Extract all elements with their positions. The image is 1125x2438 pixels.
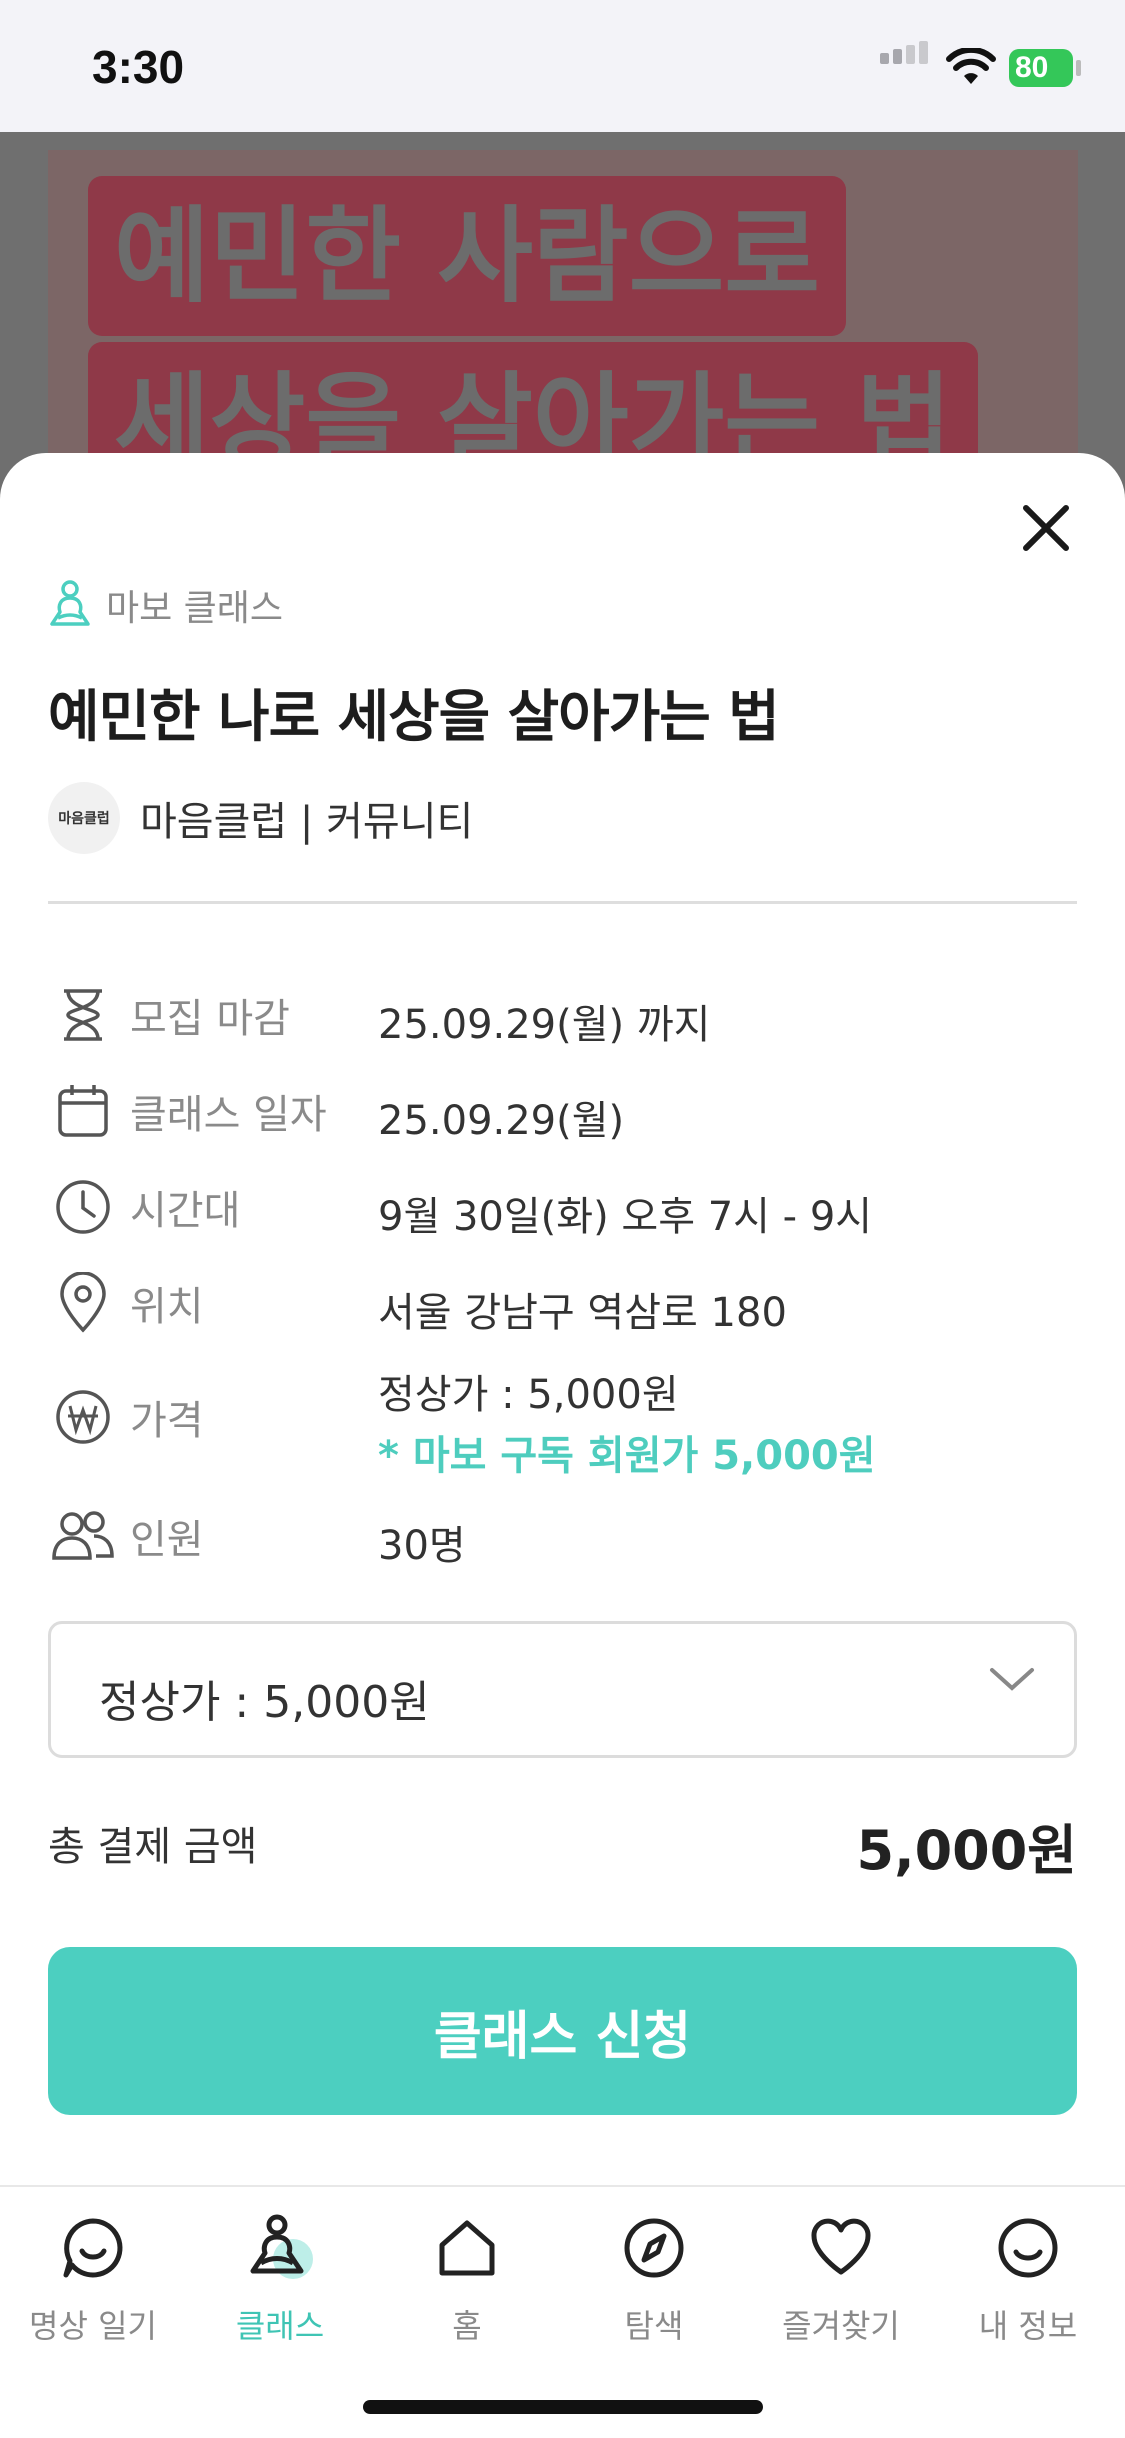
battery-cap	[1076, 60, 1081, 76]
divider	[48, 901, 1077, 904]
info-row-people: 인원 30명	[48, 1501, 466, 1571]
meditation-person-icon	[50, 580, 90, 626]
tab-explore[interactable]: 탐색	[561, 2205, 747, 2355]
class-date-label: 클래스 일자	[130, 1092, 327, 1138]
info-row-time: 시간대 9월 30일(화) 오후 7시 - 9시	[48, 1172, 872, 1242]
info-row-location: 위치 서울 강남구 역삼로 180	[48, 1268, 787, 1338]
calendar-icon	[48, 1076, 118, 1146]
home-indicator	[363, 2400, 763, 2414]
total-amount: 5,000원	[856, 1819, 1078, 1882]
info-row-class-date: 클래스 일자 25.09.29(월)	[48, 1076, 624, 1146]
people-label: 인원	[130, 1517, 204, 1563]
smile-profile-icon	[935, 2205, 1121, 2291]
people-icon	[48, 1501, 118, 1571]
chevron-down-icon	[990, 1668, 1034, 1691]
price-option-selected: 정상가 : 5,000원	[99, 1677, 430, 1728]
tab-class[interactable]: 클래스	[187, 2205, 373, 2355]
host-row[interactable]: 마음클럽 마음클럽 | 커뮤니티	[48, 782, 473, 854]
tab-home[interactable]: 홈	[374, 2205, 560, 2355]
info-row-price: 가격	[48, 1382, 370, 1452]
total-label: 총 결제 금액	[48, 1824, 258, 1870]
time-value: 9월 30일(화) 오후 7시 - 9시	[378, 1194, 873, 1240]
compass-icon	[561, 2205, 747, 2291]
won-icon	[48, 1382, 118, 1452]
clock-icon	[48, 1172, 118, 1242]
deadline-label: 모집 마감	[130, 996, 290, 1042]
category-label: 마보 클래스	[106, 588, 284, 629]
wifi-icon	[946, 48, 996, 84]
price-regular-value: 정상가 : 5,000원	[378, 1372, 679, 1418]
tab-meditation-diary[interactable]: 명상 일기	[0, 2205, 186, 2355]
tab-label: 홈	[452, 2307, 482, 2345]
status-time: 3:30	[92, 41, 185, 93]
category-row: 마보 클래스	[48, 580, 283, 630]
apply-class-button[interactable]: 클래스 신청	[48, 1947, 1077, 2115]
host-name: 마음클럽 | 커뮤니티	[140, 799, 474, 845]
tab-label: 탐색	[624, 2307, 684, 2345]
battery-level: 80	[1015, 51, 1049, 84]
tab-label: 내 정보	[978, 2307, 1078, 2345]
tab-my-info[interactable]: 내 정보	[935, 2205, 1121, 2355]
deadline-value: 25.09.29(월) 까지	[378, 1002, 711, 1048]
tab-label: 명상 일기	[29, 2307, 157, 2345]
class-title: 예민한 나로 세상을 살아가는 법	[48, 685, 780, 750]
meditation-person-icon	[187, 2205, 373, 2291]
home-icon	[374, 2205, 560, 2291]
time-label: 시간대	[130, 1188, 241, 1234]
price-member-value: * 마보 구독 회원가 5,000원	[378, 1433, 876, 1479]
tab-label: 즐겨찾기	[782, 2307, 900, 2345]
price-option-select[interactable]: 정상가 : 5,000원	[48, 1621, 1077, 1758]
banner-line-1: 예민한 사람으로	[88, 176, 846, 336]
tab-label: 클래스	[235, 2307, 325, 2345]
status-bar: 3:30 80	[0, 0, 1125, 132]
battery-indicator: 80	[1009, 49, 1073, 87]
price-label: 가격	[130, 1398, 204, 1444]
chat-smile-icon	[0, 2205, 186, 2291]
location-label: 위치	[130, 1284, 204, 1330]
class-banner-image: 예민한 사람으로 세상을 살아가는 법	[48, 150, 1078, 490]
hourglass-icon	[48, 980, 118, 1050]
host-avatar: 마음클럽	[48, 782, 120, 854]
location-pin-icon	[48, 1268, 118, 1338]
heart-icon	[748, 2205, 934, 2291]
location-value: 서울 강남구 역삼로 180	[378, 1290, 787, 1336]
info-row-deadline: 모집 마감 25.09.29(월) 까지	[48, 980, 710, 1050]
close-icon[interactable]	[1018, 500, 1074, 556]
tab-favorites[interactable]: 즐겨찾기	[748, 2205, 934, 2355]
people-value: 30명	[378, 1523, 466, 1569]
class-date-value: 25.09.29(월)	[378, 1098, 625, 1144]
